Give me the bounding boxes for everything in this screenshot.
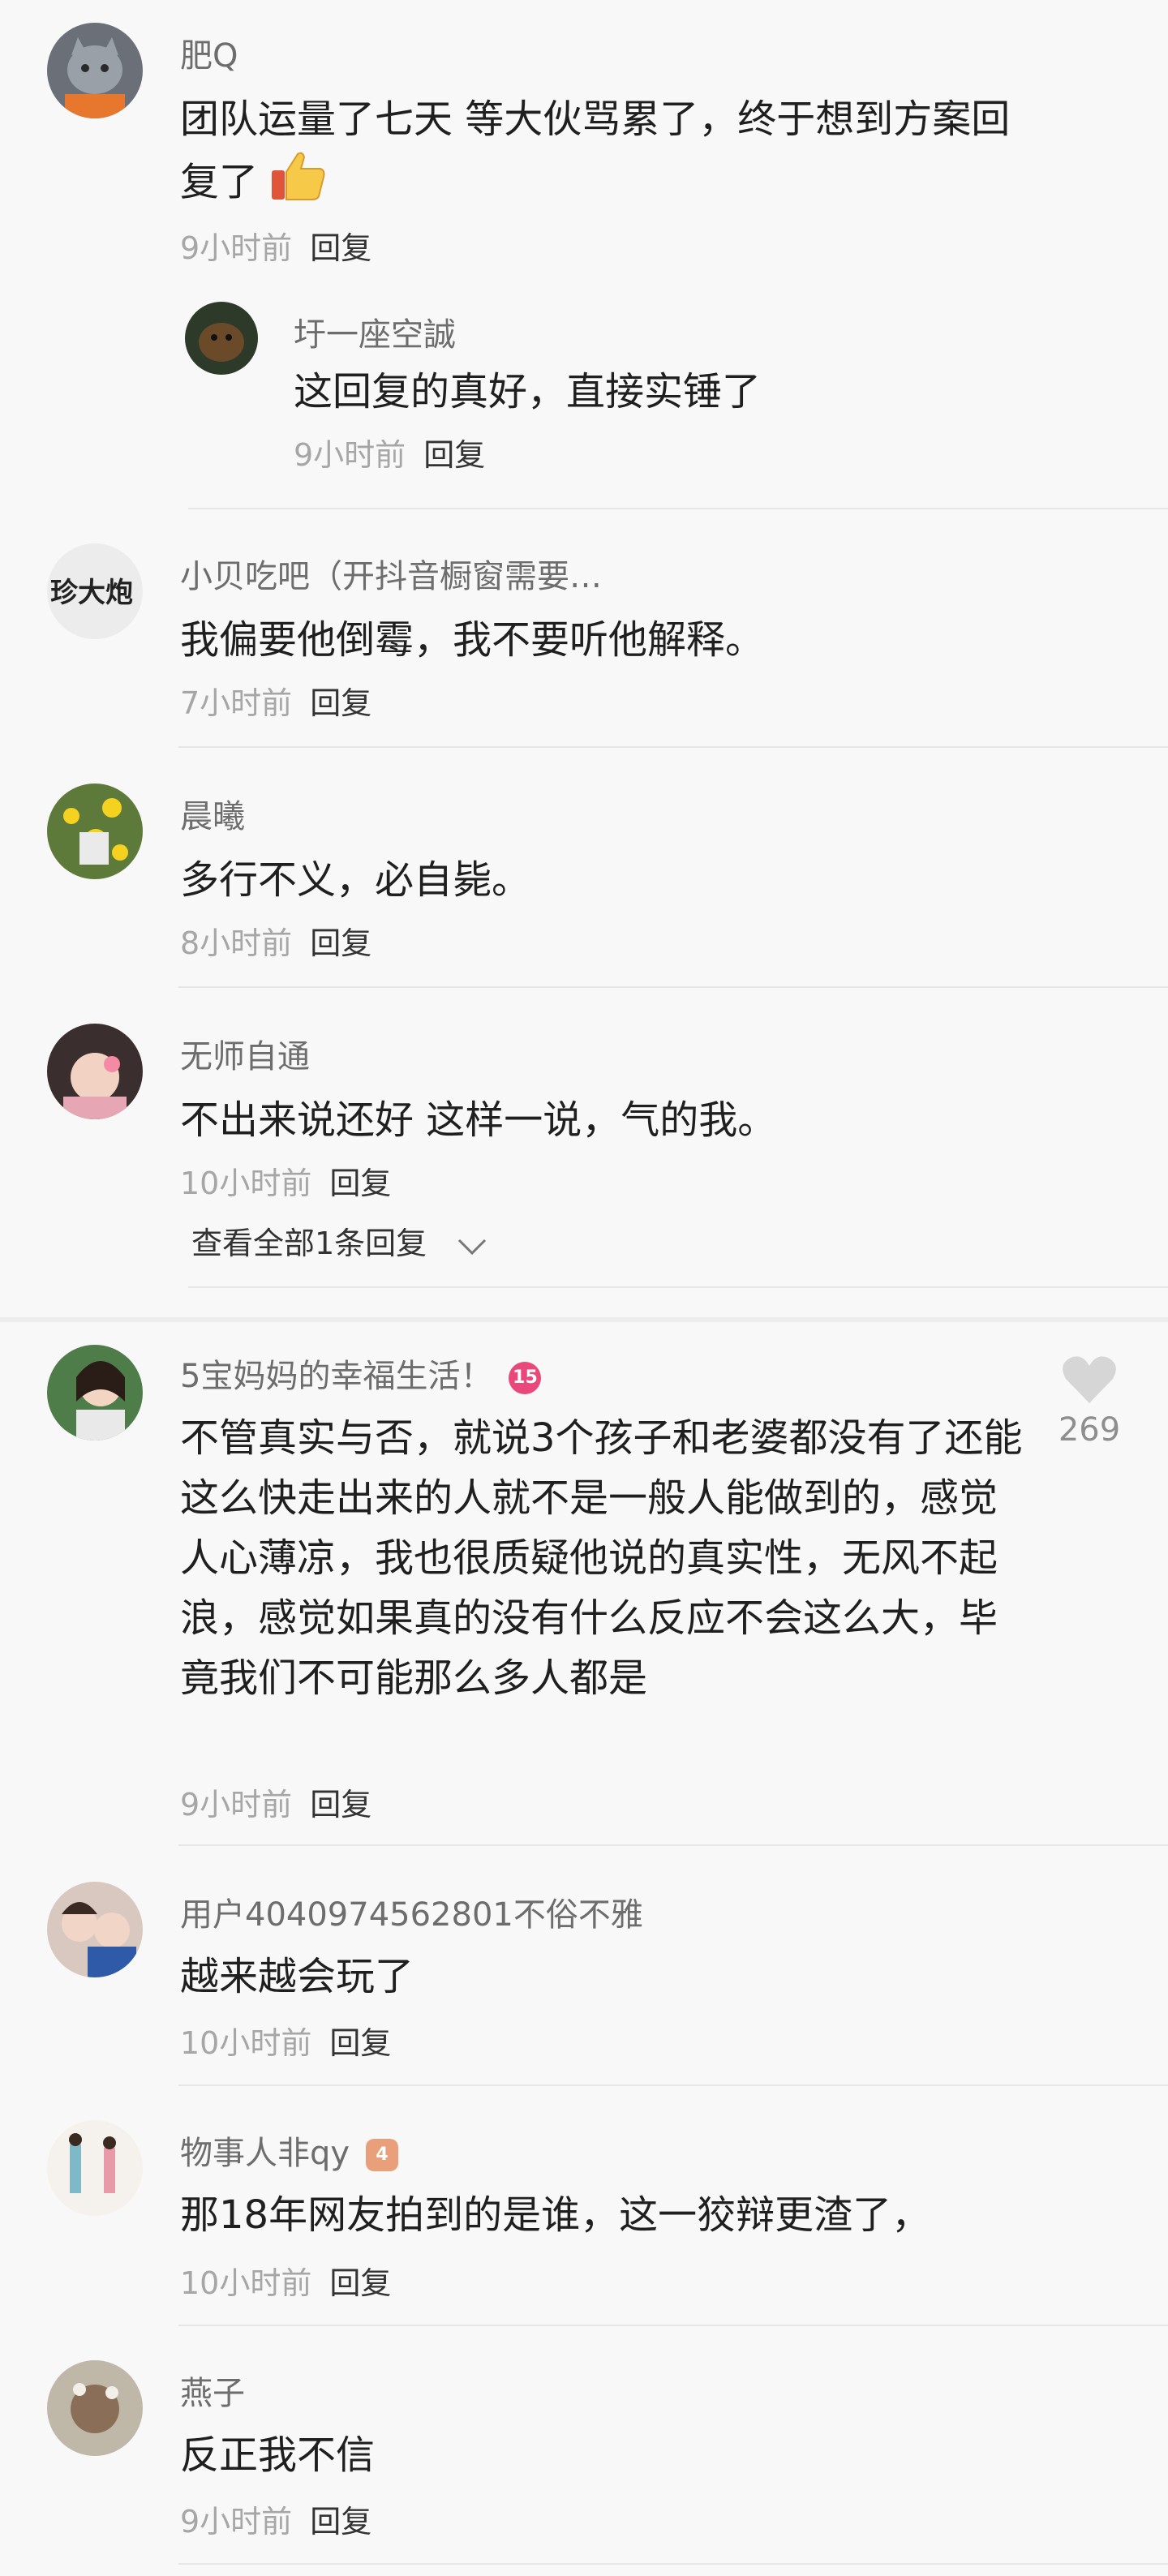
reply-button[interactable]: 回复 [310, 685, 371, 721]
avatar[interactable] [47, 2120, 143, 2216]
comment-meta: 9小时前 回复 [180, 223, 371, 268]
avatar[interactable] [47, 2360, 143, 2456]
reply-button[interactable]: 回复 [329, 2265, 391, 2301]
reply-button[interactable]: 回复 [423, 437, 485, 473]
avatar[interactable] [47, 1345, 143, 1440]
comment-text: 不管真实与否，就说3个孩子和老婆都没有了还能这么快走出来的人就不是一般人能做到的… [180, 1415, 1023, 1701]
heart-icon [1061, 1356, 1118, 1408]
like-count: 269 [1058, 1411, 1121, 1449]
comment-text: 那18年网友拍到的是谁，这一狡辩更渣了， [180, 2192, 931, 2238]
comment-meta: 10小时前 回复 [180, 2018, 391, 2063]
comment-text: 多行不义，必自毙。 [180, 857, 531, 903]
comment-meta: 7小时前 回复 [180, 678, 371, 723]
like-button[interactable]: 269 [1053, 1355, 1126, 1449]
comment-meta: 10小时前 回复 [180, 2258, 391, 2303]
divider [188, 508, 1168, 509]
reply-button[interactable]: 回复 [329, 2025, 391, 2061]
reply-button[interactable]: 回复 [310, 2504, 371, 2540]
comment-text: 我偏要他倒霉，我不要听他解释。 [180, 617, 765, 663]
avatar[interactable] [47, 23, 143, 118]
avatar[interactable]: 珍大炮 [47, 543, 143, 639]
timestamp: 9小时前 [180, 230, 293, 266]
level-badge: 15 [509, 1362, 542, 1394]
reply-button[interactable]: 回复 [310, 1787, 371, 1823]
section-separator [0, 1317, 1168, 1322]
timestamp: 9小时前 [294, 437, 406, 473]
comment-meta: 9小时前 回复 [180, 1780, 371, 1824]
divider [178, 2563, 1168, 2565]
username[interactable]: 晨曦 [180, 790, 245, 837]
timestamp: 8小时前 [180, 925, 293, 961]
comment-text: 反正我不信 [180, 2432, 376, 2478]
avatar[interactable] [47, 1024, 143, 1119]
avatar[interactable] [47, 784, 143, 879]
username-text: 物事人非qy [180, 2135, 350, 2172]
reply-meta: 9小时前 回复 [294, 430, 485, 474]
username-text: 5宝妈妈的幸福生活！ [180, 1358, 493, 1395]
divider [178, 986, 1168, 988]
username[interactable]: 无师自通 [180, 1030, 310, 1077]
svg-text:珍大炮: 珍大炮 [50, 577, 133, 609]
thumbs-up-icon [270, 149, 327, 220]
divider [188, 1286, 1168, 1288]
reply-button[interactable]: 回复 [310, 230, 371, 266]
timestamp: 7小时前 [180, 685, 293, 721]
username[interactable]: 燕子 [180, 2367, 245, 2414]
comment-text: 不出来说还好 这样一说，气的我。 [180, 1097, 777, 1143]
chevron-down-icon [456, 1228, 488, 1264]
comment-meta: 10小时前 回复 [180, 1158, 391, 1203]
username[interactable]: 5宝妈妈的幸福生活！ 15 [180, 1350, 542, 1397]
timestamp: 9小时前 [180, 2504, 293, 2540]
comment-meta: 9小时前 回复 [180, 2497, 371, 2541]
username[interactable]: 用户4040974562801不俗不雅 [180, 1888, 643, 1935]
expand-replies-button[interactable]: 查看全部1条回复 [191, 1218, 488, 1264]
username[interactable]: 肥Q [180, 29, 238, 76]
reply-text: 这回复的真好，直接实锤了 [294, 369, 762, 414]
comment-text: 越来越会玩了 [180, 1954, 414, 1999]
username[interactable]: 物事人非qy 4 [180, 2127, 399, 2174]
avatar[interactable] [185, 302, 258, 375]
comment-text: 团队运量了七天 等大伙骂累了，终于想到方案回复了 [180, 89, 1032, 220]
avatar[interactable] [47, 1882, 143, 1977]
expand-replies-label: 查看全部1条回复 [191, 1226, 427, 1261]
username[interactable]: 小贝吃吧（开抖音橱窗需要… [180, 550, 602, 597]
divider [178, 1844, 1168, 1846]
reply-button[interactable]: 回复 [310, 925, 371, 961]
divider [178, 2325, 1168, 2326]
timestamp: 10小时前 [180, 1166, 312, 1201]
divider [178, 746, 1168, 748]
comment-meta: 8小时前 回复 [180, 918, 371, 963]
divider [178, 2084, 1168, 2086]
username[interactable]: 圩一座空誠 [294, 308, 456, 355]
level-badge: 4 [366, 2139, 399, 2171]
timestamp: 9小时前 [180, 1787, 293, 1823]
timestamp: 10小时前 [180, 2265, 312, 2301]
reply-button[interactable]: 回复 [329, 1166, 391, 1201]
timestamp: 10小时前 [180, 2025, 312, 2061]
